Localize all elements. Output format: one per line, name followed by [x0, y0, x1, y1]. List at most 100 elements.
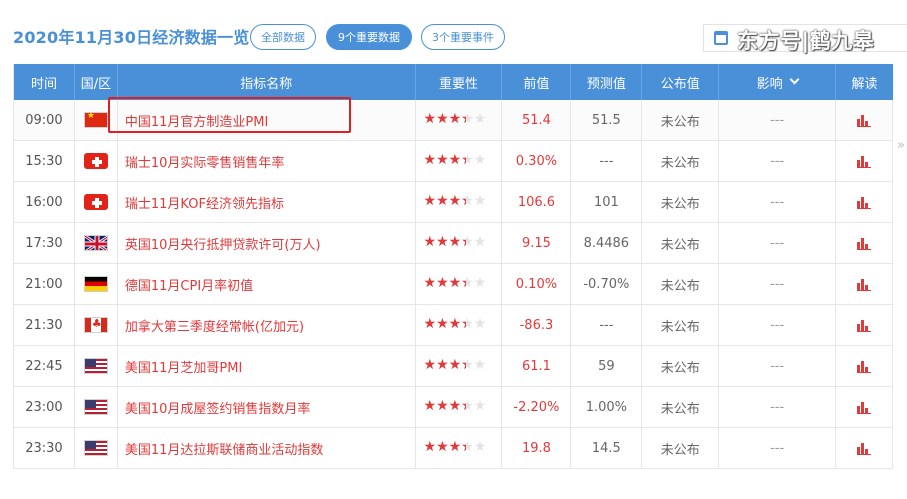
- row-country: [75, 305, 118, 345]
- row-interpretation[interactable]: [836, 428, 894, 468]
- row-interpretation[interactable]: [836, 387, 894, 427]
- row-indicator-name[interactable]: 英国10月央行抵押贷款许可(万人): [118, 223, 416, 263]
- row-indicator-name[interactable]: 加拿大第三季度经常帐(亿加元): [118, 305, 416, 345]
- column-header-time: 时间: [14, 64, 75, 100]
- row-forecast: 51.5: [571, 100, 643, 140]
- importance-stars-icon: ★★★★★★★★★★: [423, 316, 487, 332]
- page-title: 2020年11月30日经济数据一览: [13, 28, 250, 47]
- importance-stars-icon: ★★★★★★★★★★: [423, 357, 487, 373]
- row-impact: ---: [719, 387, 837, 427]
- bar-chart-icon[interactable]: [857, 155, 872, 168]
- row-time: 16:00: [14, 182, 75, 222]
- row-indicator-name[interactable]: 德国11月CPI月率初值: [118, 264, 416, 304]
- table-row: 23:30 美国11月达拉斯联储商业活动指数 ★★★★★★★★★★ 19.8 1…: [14, 428, 894, 469]
- importance-stars-icon: ★★★★★★★★★★: [423, 152, 487, 168]
- row-interpretation[interactable]: [836, 100, 894, 140]
- chevron-down-icon[interactable]: [789, 74, 800, 85]
- importance-stars-icon: ★★★★★★★★★★: [423, 398, 487, 414]
- row-forecast: ---: [571, 141, 643, 181]
- row-indicator-name[interactable]: 瑞士11月KOF经济领先指标: [118, 182, 416, 222]
- row-indicator-name[interactable]: 美国11月达拉斯联储商业活动指数: [118, 428, 416, 468]
- row-indicator-name[interactable]: 中国11月官方制造业PMI: [118, 100, 416, 140]
- row-actual: 未公布: [642, 387, 720, 427]
- bar-chart-icon[interactable]: [857, 278, 872, 291]
- country-flag-icon: [83, 276, 108, 292]
- row-indicator-name[interactable]: 瑞士10月实际零售销售年率: [118, 141, 416, 181]
- importance-stars-icon: ★★★★★★★★★★: [423, 439, 487, 455]
- table-row: 21:00 德国11月CPI月率初值 ★★★★★★★★★★ 0.10% -0.7…: [14, 264, 894, 305]
- column-header-importance: 重要性: [416, 64, 503, 100]
- row-actual: 未公布: [642, 264, 720, 304]
- row-interpretation[interactable]: [836, 182, 894, 222]
- watermark: 东方号|鹤九皋: [737, 29, 875, 53]
- row-time: 09:00: [14, 100, 75, 140]
- column-header-impact[interactable]: 影响: [719, 64, 837, 100]
- row-indicator-name[interactable]: 美国10月成屋签约销售指数月率: [118, 387, 416, 427]
- row-interpretation[interactable]: [836, 305, 894, 345]
- row-importance: ★★★★★★★★★★: [416, 182, 503, 222]
- row-previous: 51.4: [502, 100, 572, 140]
- row-previous: -86.3: [502, 305, 572, 345]
- bar-chart-icon[interactable]: [857, 401, 872, 414]
- calendar-icon: [714, 31, 728, 45]
- bar-chart-icon[interactable]: [857, 237, 872, 250]
- filter-important-events-button[interactable]: 3个重要事件: [421, 24, 505, 50]
- row-country: [75, 141, 118, 181]
- row-impact: ---: [719, 141, 837, 181]
- row-country: [75, 182, 118, 222]
- row-time: 23:30: [14, 428, 75, 468]
- bar-chart-icon[interactable]: [857, 319, 872, 332]
- row-forecast: 14.5: [571, 428, 643, 468]
- row-time: 21:30: [14, 305, 75, 345]
- row-interpretation[interactable]: [836, 264, 894, 304]
- table-row: 23:00 美国10月成屋签约销售指数月率 ★★★★★★★★★★ -2.20% …: [14, 387, 894, 428]
- country-flag-icon: [83, 194, 108, 210]
- table-row: 17:30 英国10月央行抵押贷款许可(万人) ★★★★★★★★★★ 9.15 …: [14, 223, 894, 264]
- table-row: 21:30 加拿大第三季度经常帐(亿加元) ★★★★★★★★★★ -86.3 -…: [14, 305, 894, 346]
- row-country: [75, 223, 118, 263]
- table-row: 16:00 瑞士11月KOF经济领先指标 ★★★★★★★★★★ 106.6 10…: [14, 182, 894, 223]
- country-flag-icon: [83, 399, 108, 415]
- bar-chart-icon[interactable]: [857, 196, 872, 209]
- column-header-country: 国/区: [75, 64, 118, 100]
- row-interpretation[interactable]: [836, 223, 894, 263]
- row-country: [75, 428, 118, 468]
- row-importance: ★★★★★★★★★★: [416, 387, 503, 427]
- filter-important-data-button[interactable]: 9个重要数据: [326, 24, 412, 50]
- row-interpretation[interactable]: [836, 141, 894, 181]
- row-impact: ---: [719, 182, 837, 222]
- row-impact: ---: [719, 100, 837, 140]
- row-forecast: 8.4486: [571, 223, 643, 263]
- filter-all-data-button[interactable]: 全部数据: [250, 24, 316, 50]
- row-previous: 0.10%: [502, 264, 572, 304]
- row-importance: ★★★★★★★★★★: [416, 264, 503, 304]
- expand-right-icon[interactable]: »: [897, 138, 905, 153]
- country-flag-icon: [83, 153, 108, 169]
- bar-chart-icon[interactable]: [857, 114, 872, 127]
- column-header-forecast: 预测值: [571, 64, 643, 100]
- bar-chart-icon[interactable]: [857, 360, 872, 373]
- row-time: 23:00: [14, 387, 75, 427]
- row-actual: 未公布: [642, 305, 720, 345]
- row-forecast: 101: [571, 182, 643, 222]
- row-previous: 106.6: [502, 182, 572, 222]
- column-header-actual: 公布值: [642, 64, 720, 100]
- table-header: 时间 国/区 指标名称 重要性 前值 预测值 公布值 影响 解读: [14, 64, 893, 100]
- row-impact: ---: [719, 428, 837, 468]
- bar-chart-icon[interactable]: [857, 442, 872, 455]
- row-indicator-name[interactable]: 美国11月芝加哥PMI: [118, 346, 416, 386]
- row-previous: -2.20%: [502, 387, 572, 427]
- row-forecast: -0.70%: [571, 264, 643, 304]
- row-actual: 未公布: [642, 428, 720, 468]
- row-impact: ---: [719, 264, 837, 304]
- country-flag-icon: [83, 440, 108, 456]
- column-header-indicator: 指标名称: [118, 64, 416, 100]
- row-interpretation[interactable]: [836, 346, 894, 386]
- row-actual: 未公布: [642, 346, 720, 386]
- row-importance: ★★★★★★★★★★: [416, 100, 503, 140]
- column-header-interpretation: 解读: [851, 76, 878, 92]
- row-time: 21:00: [14, 264, 75, 304]
- row-impact: ---: [719, 223, 837, 263]
- row-time: 17:30: [14, 223, 75, 263]
- table-row: 15:30 瑞士10月实际零售销售年率 ★★★★★★★★★★ 0.30% ---…: [14, 141, 894, 182]
